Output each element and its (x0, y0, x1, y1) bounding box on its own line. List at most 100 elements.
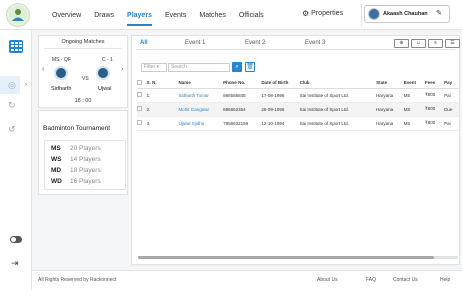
event-code: WS (51, 156, 62, 163)
grid-menu-icon[interactable] (9, 40, 23, 53)
row-checkbox[interactable] (137, 92, 142, 97)
event-code: WD (51, 178, 62, 185)
row-checkbox[interactable] (137, 106, 142, 111)
search-placeholder: Search (171, 64, 187, 70)
cell-dob: 17-08-1996 (261, 88, 300, 103)
cell-sn: 2. (146, 102, 179, 117)
cell-state: Haryana (376, 102, 404, 117)
col-pay: Pay (444, 78, 459, 89)
nav-draws[interactable]: Draws (94, 12, 114, 19)
event-code: MS (51, 145, 61, 152)
row-checkbox[interactable] (137, 120, 142, 125)
top-bar: Overview Draws Players Events Matches Of… (0, 0, 462, 30)
theme-toggle[interactable] (10, 236, 22, 243)
search-icon: ⌕ (235, 64, 239, 70)
player-left-name: Sidharth (51, 86, 72, 92)
logo-icon (9, 6, 27, 24)
add-player-icon[interactable]: ⊕ (394, 39, 409, 48)
cell-pay: Pai (444, 116, 459, 131)
topbar-divider (361, 4, 362, 26)
cell-phone: 7856632159 (223, 116, 262, 131)
cell-event: MS (403, 88, 425, 103)
avatar (368, 8, 380, 20)
edit-icon[interactable]: ✎ (436, 9, 442, 17)
delete-button[interactable]: 🗑 (245, 62, 255, 72)
ongoing-matches-title: Ongoing Matches (39, 39, 127, 49)
footer-link-help[interactable]: Help (440, 277, 450, 283)
table-header-row: S. N. Name Phone No. Date of Birth Club … (137, 78, 459, 89)
tab-event-1[interactable]: Event 1 (185, 40, 205, 46)
cell-phone: 896652354 (223, 102, 262, 117)
cell-club: Sai Institute of Sport Ltd. (299, 88, 377, 103)
search-button[interactable]: ⌕ (232, 62, 242, 72)
footer-link-contact[interactable]: Contact Us (393, 277, 418, 283)
tab-event-3[interactable]: Event 3 (305, 40, 325, 46)
chevron-right-icon[interactable]: › (25, 82, 27, 88)
event-count: 20 Players (70, 145, 101, 152)
cell-sn: 3. (146, 116, 179, 131)
tab-event-2[interactable]: Event 2 (245, 40, 265, 46)
footer-link-faq[interactable]: FAQ (366, 277, 376, 283)
col-club: Club (299, 78, 377, 89)
event-count: 18 Players (70, 167, 101, 174)
user-menu[interactable]: Akaash Chauhan ✎ (364, 5, 450, 23)
trash-icon: 🗑 (246, 64, 254, 70)
tab-all[interactable]: All (140, 40, 148, 46)
nav-overview[interactable]: Overview (52, 12, 81, 19)
cell-name[interactable]: Sidharth Tomar (178, 88, 224, 103)
badminton-icon[interactable]: ◎ (8, 80, 16, 91)
cell-name[interactable]: Mohit Gangwar (178, 102, 224, 117)
search-input[interactable]: Search (168, 63, 230, 72)
cell-event: MS (403, 102, 425, 117)
table-row[interactable]: 2. Mohit Gangwar 896652354 26-09-1996 Sa… (137, 102, 459, 117)
event-count: 14 Players (70, 156, 101, 163)
chevron-right-icon[interactable]: › (121, 66, 123, 73)
event-count: 16 Players (70, 178, 101, 185)
sort-icon[interactable]: ≡ (428, 39, 443, 48)
ongoing-matches-card: Ongoing Matches MS - QF C - 1 ‹ › VS Sid… (38, 35, 128, 108)
cell-pay: Pai (444, 88, 459, 103)
players-panel: All Event 1 Event 2 Event 3 ⊕ ☺ ≡ ☰ Filt… (131, 35, 460, 265)
sidebar: ◎ › ↻ ↺ ⇥ (0, 30, 32, 290)
cell-event: MS (403, 116, 425, 131)
match-round: MS - QF (52, 57, 71, 63)
cell-fees: ₹800 (424, 102, 445, 117)
col-sn: S. N. (146, 78, 179, 89)
horizontal-scrollbar[interactable] (138, 256, 458, 259)
tournament-title: Badminton Tournament (43, 125, 111, 132)
table-row[interactable]: 1. Sidharth Tomar 988556845 17-08-1996 S… (137, 88, 459, 103)
filter-select[interactable]: Filter ▾ (141, 63, 167, 72)
filter-list-icon[interactable]: ☰ (445, 39, 460, 48)
properties-button[interactable]: ⚙ Properties (302, 9, 343, 18)
nav-events[interactable]: Events (165, 12, 186, 19)
cell-fees: ₹800 (424, 116, 445, 131)
event-row-ws: WS 14 Players (51, 156, 101, 163)
cell-pay: Due (444, 102, 459, 117)
filter-label: Filter (144, 64, 156, 70)
cell-dob: 26-09-1996 (261, 102, 300, 117)
refresh-icon[interactable]: ↻ (8, 100, 16, 111)
footer: All Rights Reserved by Rackonnect About … (32, 270, 462, 290)
nav-players[interactable]: Players (127, 12, 152, 26)
logo[interactable] (6, 3, 30, 27)
nav-matches[interactable]: Matches (199, 12, 225, 19)
select-all-checkbox[interactable] (137, 79, 142, 85)
col-state: State (376, 78, 404, 89)
player-right-name: Ujwal (98, 86, 112, 92)
player-right-avatar (96, 66, 110, 80)
user-icon[interactable]: ☺ (411, 39, 426, 48)
main-nav: Overview Draws Players Events Matches Of… (52, 0, 277, 30)
tab-divider (136, 49, 455, 50)
cell-dob: 12-10-1994 (261, 116, 300, 131)
footer-rights: All Rights Reserved by Rackonnect (38, 277, 117, 283)
footer-link-about[interactable]: About Us (317, 277, 338, 283)
chevron-left-icon[interactable]: ‹ (42, 66, 44, 73)
table-row[interactable]: 3. Ujjwal Sjidha 7856632159 12-10-1994 S… (137, 116, 459, 131)
event-code: MD (51, 167, 62, 174)
history-icon[interactable]: ↺ (8, 124, 16, 135)
col-dob: Date of Birth (261, 78, 300, 89)
logout-icon[interactable]: ⇥ (11, 258, 19, 269)
cell-name[interactable]: Ujjwal Sjidha (178, 116, 224, 131)
gear-icon: ⚙ (302, 9, 310, 18)
nav-officials[interactable]: Officials (239, 12, 264, 19)
